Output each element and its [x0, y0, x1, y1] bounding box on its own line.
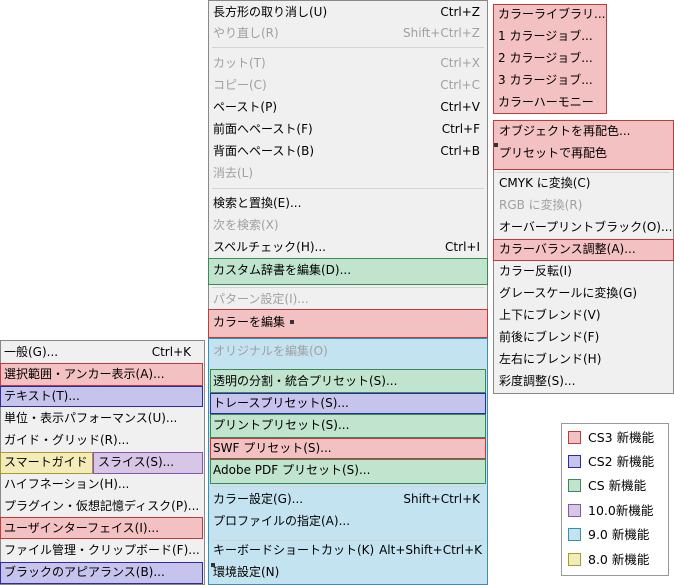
- menu-item-assign-profile[interactable]: プロファイルの指定(A)...: [210, 511, 486, 533]
- menu-item-pattern-settings[interactable]: パターン設定(I)...: [210, 289, 486, 311]
- legend-item: CS3 新機能: [568, 427, 654, 449]
- menu-item-paste[interactable]: ペースト(P) Ctrl+V: [210, 97, 486, 119]
- menu-item-invert-colors[interactable]: カラー反転(I): [496, 261, 672, 283]
- menu-separator: [212, 47, 484, 48]
- menu-item-spell-check[interactable]: スペルチェック(H)... Ctrl+I: [210, 237, 486, 259]
- legend-item: CS 新機能: [568, 475, 646, 497]
- legend-swatch: [568, 479, 581, 492]
- menu-item-keyboard-shortcuts[interactable]: キーボードショートカット(K) Alt+Shift+Ctrl+K: [210, 540, 486, 562]
- menu-item-flatten-presets[interactable]: 透明の分割・統合プリセット(S)...: [210, 371, 486, 393]
- legend-item: 10.0新機能: [568, 500, 653, 522]
- menu-item-units[interactable]: 単位・表示パフォーマンス(U)...: [1, 408, 201, 430]
- legend-item: 9.0 新機能: [568, 524, 649, 546]
- menu-item-hyphenation[interactable]: ハイフネーション(H)...: [1, 474, 201, 496]
- menu-item-overprint-black[interactable]: オーバープリントブラック(O)...: [496, 217, 672, 239]
- menu-item-pdf-presets[interactable]: Adobe PDF プリセット(S)...: [210, 460, 486, 482]
- menu-item-slices[interactable]: スライス(S)...: [95, 452, 201, 474]
- menu-separator: [212, 486, 484, 487]
- menu-separator: [212, 188, 484, 189]
- menu-item-swf-presets[interactable]: SWF プリセット(S)...: [210, 438, 486, 459]
- menu-separator: [212, 287, 484, 288]
- legend-item: CS2 新機能: [568, 451, 654, 473]
- menu-item-color-library[interactable]: カラーライブラリ...: [495, 4, 605, 26]
- menu-item-color-job-1[interactable]: 1 カラージョブ...: [495, 26, 605, 48]
- menu-item-guides-grid[interactable]: ガイド・グリッド(R)...: [1, 430, 201, 452]
- menu-item-paste-back[interactable]: 背面へペースト(B) Ctrl+B: [210, 141, 486, 163]
- menu-item-trace-presets[interactable]: トレースプリセット(S)...: [210, 393, 486, 414]
- legend-swatch: [568, 528, 581, 541]
- menu-item-cut[interactable]: カット(T) Ctrl+X: [210, 53, 486, 75]
- legend: CS3 新機能 CS2 新機能 CS 新機能 10.0新機能 9.0 新機能 8…: [561, 423, 669, 576]
- menu-item-file-handling[interactable]: ファイル管理・クリップボード(F)...: [1, 540, 201, 562]
- submenu-arrow-icon: [211, 563, 215, 567]
- menu-item-print-presets[interactable]: プリントプリセット(S)...: [210, 415, 486, 437]
- menu-item-undo[interactable]: 長方形の取り消し(U) Ctrl+Z: [210, 2, 486, 24]
- menu-item-recolor-preset[interactable]: プリセットで再配色: [496, 143, 672, 165]
- menu-item-saturate[interactable]: 彩度調整(S)...: [496, 371, 672, 393]
- menu-item-general[interactable]: 一般(G)... Ctrl+K: [1, 342, 201, 364]
- menu-item-redo[interactable]: やり直し(R) Shift+Ctrl+Z: [210, 23, 486, 45]
- menu-item-user-interface[interactable]: ユーザインターフェイス(I)...: [1, 518, 201, 540]
- menu-item-clear[interactable]: 消去(L): [210, 163, 486, 185]
- legend-item: 8.0 新機能: [568, 549, 649, 571]
- menu-item-color-job-2[interactable]: 2 カラージョブ...: [495, 48, 605, 70]
- submenu-arrow-icon: [290, 320, 294, 324]
- menu-item-paste-front[interactable]: 前面へペースト(F) Ctrl+F: [210, 119, 486, 141]
- menu-item-find-replace[interactable]: 検索と置換(E)...: [210, 193, 486, 215]
- menu-item-blend-horizontal[interactable]: 左右にブレンド(H): [496, 349, 672, 371]
- menu-item-plugins[interactable]: プラグイン・仮想記憶ディスク(P)...: [1, 496, 201, 518]
- menu-item-convert-cmyk[interactable]: CMYK に変換(C): [496, 173, 672, 195]
- legend-swatch: [568, 553, 581, 566]
- menu-item-color-settings[interactable]: カラー設定(G)... Shift+Ctrl+K: [210, 489, 486, 511]
- legend-swatch: [568, 431, 581, 444]
- menu-item-convert-rgb[interactable]: RGB に変換(R): [496, 195, 672, 217]
- menu-item-custom-dictionary[interactable]: カスタム辞書を編集(D)...: [210, 260, 486, 282]
- menu-item-type[interactable]: テキスト(T)...: [1, 386, 201, 408]
- menu-item-blend-vertical[interactable]: 上下にブレンド(V): [496, 305, 672, 327]
- menu-item-recolor-artwork[interactable]: オブジェクトを再配色...: [496, 121, 672, 143]
- menu-item-selection-anchor[interactable]: 選択範囲・アンカー表示(A)...: [1, 364, 201, 386]
- menu-item-edit-colors[interactable]: カラーを編集: [210, 312, 486, 334]
- menu-item-smart-guides[interactable]: スマートガイド: [1, 452, 91, 474]
- menu-item-blend-front-back[interactable]: 前後にブレンド(F): [496, 327, 672, 349]
- menu-item-color-job-3[interactable]: 3 カラージョブ...: [495, 70, 605, 92]
- menu-item-find-next[interactable]: 次を検索(X): [210, 215, 486, 237]
- legend-swatch: [568, 504, 581, 517]
- menu-item-preferences[interactable]: 環境設定(N): [210, 562, 486, 584]
- menu-item-adjust-color-balance[interactable]: カラーバランス調整(A)...: [496, 239, 672, 261]
- menu-item-convert-grayscale[interactable]: グレースケールに変換(G): [496, 283, 672, 305]
- menu-item-edit-original[interactable]: オリジナルを編集(O): [210, 341, 486, 363]
- menu-item-copy[interactable]: コピー(C) Ctrl+C: [210, 75, 486, 97]
- legend-swatch: [568, 455, 581, 468]
- menu-item-color-harmony[interactable]: カラーハーモニー: [495, 92, 605, 114]
- menu-item-black-appearance[interactable]: ブラックのアピアランス(B)...: [1, 562, 201, 584]
